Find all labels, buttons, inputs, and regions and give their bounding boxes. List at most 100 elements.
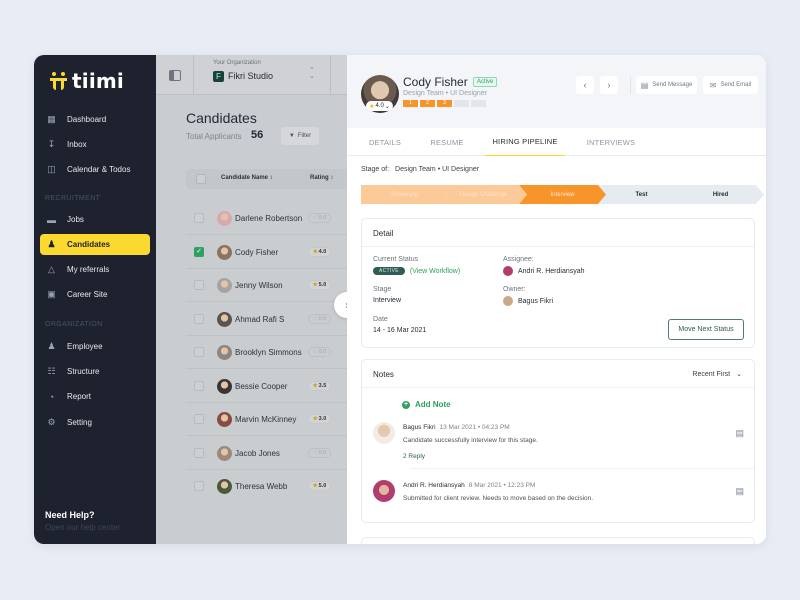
row-checkbox[interactable] [194, 414, 204, 424]
filter-icon: ▼ [288, 133, 295, 139]
column-header-rating[interactable]: Rating ↕ [310, 175, 333, 181]
candidate-avatar [217, 378, 232, 394]
detail-card: Detail Current Status ACTIVE (View Workf… [361, 218, 755, 348]
candidate-name[interactable]: Marvin McKinney [235, 415, 296, 424]
candidate-list-panel: Your Organization F Fikri Studio ⌃ ⌄ Cand… [156, 55, 356, 544]
app-window: tiimi ▦ Dashboard ↧ Inbox ◫ Calendar & T… [34, 55, 766, 544]
send-message-button[interactable]: ▤ Send Message [636, 76, 697, 94]
candidate-name[interactable]: Brooklyn Simmons [235, 348, 302, 357]
report-icon: ◔ [48, 391, 55, 402]
sidebar-item-structure[interactable]: ☷ Structure [40, 361, 150, 382]
candidate-name[interactable]: Jenny Wilson [235, 281, 283, 290]
organization-switch-icon[interactable]: ⌃ ⌄ [309, 67, 315, 80]
add-note-button[interactable]: + Add Note [402, 400, 451, 409]
comment-icon[interactable]: ▤ [735, 428, 744, 439]
dashboard-icon: ▦ [47, 114, 56, 124]
logo[interactable]: tiimi [50, 69, 124, 93]
next-candidate-button[interactable]: › [600, 76, 618, 94]
table-row[interactable]: Ahmad Rafi S ☆ 0.0 [186, 303, 356, 336]
add-note-label: Add Note [415, 400, 451, 409]
logo-text: tiimi [72, 69, 124, 93]
candidate-name[interactable]: Darlene Robertson [235, 214, 302, 223]
candidate-name[interactable]: Theresa Webb [235, 482, 287, 491]
rating-badge: ☆ 0.0 [308, 347, 331, 357]
star-icon: ★ [312, 382, 318, 389]
note-time: 8 Mar 2021 • 12:23 PM [468, 482, 536, 489]
sidebar-item-jobs[interactable]: ▬ Jobs [40, 209, 150, 230]
tab-resume[interactable]: RESUME [425, 128, 469, 156]
row-checkbox[interactable] [194, 347, 204, 357]
select-all-checkbox[interactable] [196, 174, 206, 184]
pipeline-stage-interview[interactable]: Interview [519, 185, 606, 204]
send-email-button[interactable]: ✉ Send Email [703, 76, 758, 94]
organization-name[interactable]: Fikri Studio [228, 71, 273, 81]
row-checkbox[interactable] [194, 280, 204, 290]
table-row[interactable]: Bessie Cooper ★ 3.5 [186, 370, 356, 403]
row-checkbox[interactable] [194, 481, 204, 491]
table-row[interactable]: Jenny Wilson ★ 5.0 [186, 269, 356, 302]
candidate-name[interactable]: Jacob Jones [235, 449, 280, 458]
previous-candidate-button[interactable]: ‹ [576, 76, 594, 94]
total-applicants-label: Total Applicants [186, 132, 242, 141]
rating-value: 3.0 [318, 416, 327, 422]
view-workflow-link[interactable]: (View Workflow) [410, 268, 460, 275]
rating-badge: ☆ 0.0 [308, 213, 331, 223]
table-row[interactable]: Darlene Robertson ☆ 0.0 [186, 202, 356, 235]
sidebar-item-report[interactable]: ◔ Report [40, 386, 150, 407]
pipeline-stage-test[interactable]: Test [598, 185, 685, 204]
note-reply-link[interactable]: 2 Reply [403, 453, 425, 460]
row-checkbox[interactable] [194, 380, 204, 391]
rating-value: 5.0 [318, 483, 327, 489]
rating-dropdown[interactable]: ★ 4.0 ⌄ [366, 101, 393, 111]
page-title: Candidates [186, 110, 257, 126]
owner-name: Bagus Fikri [518, 297, 554, 305]
date-label: Date [373, 316, 388, 323]
pipeline-stage-label: Design Challenge [459, 191, 508, 198]
pipeline-stage-screening[interactable]: Screening [361, 185, 448, 204]
comment-icon[interactable]: ▤ [735, 486, 744, 497]
divider [330, 55, 331, 95]
sidebar-toggle-button[interactable] [156, 55, 194, 95]
table-row[interactable]: Marvin McKinney ★ 3.0 [186, 403, 356, 436]
note-author: Bagus Fikri [403, 424, 436, 431]
tab-hiring-pipeline[interactable]: HIRING PIPELINE [485, 128, 565, 156]
column-header-name[interactable]: Candidate Name ↕ [221, 175, 273, 181]
sort-dropdown[interactable]: Recent First ⌄ [692, 370, 742, 379]
row-checkbox[interactable] [194, 447, 204, 458]
candidate-name[interactable]: Ahmad Rafi S [235, 315, 284, 324]
help-title: Need Help? [45, 510, 95, 520]
pipeline-stage-design-challenge[interactable]: Design Challenge [440, 185, 527, 204]
sidebar-item-candidates[interactable]: ♟ Candidates [40, 234, 150, 255]
tab-interviews[interactable]: INTERVIEWS [581, 128, 641, 156]
candidate-avatar [217, 479, 232, 494]
referrals-icon: △ [48, 264, 55, 274]
sidebar-item-setting[interactable]: ⚙ Setting [40, 412, 150, 433]
row-checkbox[interactable] [194, 313, 204, 324]
tab-details[interactable]: DETAILS [363, 128, 407, 156]
sidebar-item-employee[interactable]: ♟ Employee [40, 336, 150, 357]
move-next-status-button[interactable]: Move Next Status [668, 319, 744, 340]
row-checkbox[interactable]: ✓ [194, 246, 204, 257]
star-icon: ☆ [312, 215, 318, 221]
sidebar-item-inbox[interactable]: ↧ Inbox [40, 134, 150, 155]
sidebar-item-referrals[interactable]: △ My referrals [40, 259, 150, 280]
table-row[interactable]: ✓ Cody Fisher ★ 4.0 [186, 236, 356, 269]
candidate-name[interactable]: Bessie Cooper [235, 382, 287, 391]
candidate-name[interactable]: Cody Fisher [235, 248, 278, 257]
sidebar-item-calendar[interactable]: ◫ Calendar & Todos [40, 159, 150, 180]
filter-button[interactable]: ▼ Filter [281, 127, 319, 145]
candidate-name: Cody Fisher [403, 75, 468, 89]
sidebar-item-dashboard[interactable]: ▦ Dashboard [40, 109, 150, 130]
row-checkbox[interactable] [194, 213, 204, 223]
career-site-icon: ▣ [47, 289, 56, 299]
table-row[interactable]: Jacob Jones ☆ 0.0 [186, 437, 356, 470]
pipeline-stage-hired[interactable]: Hired [677, 185, 764, 204]
send-email-label: Send Email [720, 82, 752, 88]
sidebar-item-label: Career Site [67, 290, 108, 299]
table-row[interactable]: Brooklyn Simmons ☆ 0.0 [186, 336, 356, 369]
sidebar-item-career-site[interactable]: ▣ Career Site [40, 284, 150, 305]
message-icon: ▤ [640, 80, 649, 90]
help-center-link[interactable]: Open our help center [45, 523, 120, 532]
candidate-detail-panel: ★ 4.0 ⌄ Cody Fisher Active Design Team •… [347, 55, 766, 544]
table-row[interactable]: Theresa Webb ★ 5.0 [186, 470, 356, 502]
